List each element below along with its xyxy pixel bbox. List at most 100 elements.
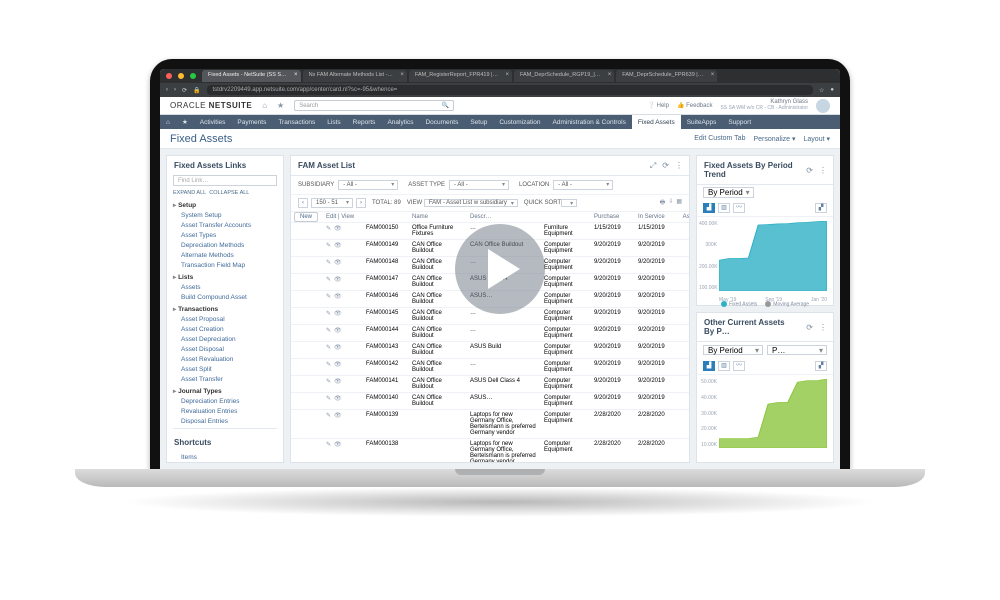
window-close-dot[interactable] [166,73,172,79]
nav-item[interactable]: Support [722,115,757,129]
view-icon[interactable]: 👁 [334,225,342,232]
browser-tab[interactable]: FAM_DeprSchedule_FPR639 |…× [616,70,717,82]
assettype-select[interactable]: - All - [449,180,509,190]
chart-type-trend-icon[interactable]: ▞ [815,361,827,371]
page-action[interactable]: Edit Custom Tab [694,135,745,143]
close-icon[interactable]: × [505,72,509,78]
shortcuts-item[interactable]: Items [167,452,283,462]
view-icon[interactable]: 👁 [334,395,342,402]
chart-type-area-icon[interactable]: ▟ [703,361,715,371]
window-min-dot[interactable] [178,73,184,79]
table-row[interactable]: ✎👁FAM000142CAN Office Buildout…Computer … [291,359,689,376]
col-purchase[interactable]: Purchase [591,212,635,223]
user-block[interactable]: Kathryn Glass SS SA WM w/o CR - CB - Adm… [720,99,808,111]
view-icon[interactable]: 👁 [334,293,342,300]
nav-item[interactable]: Analytics [381,115,419,129]
page-action[interactable]: Personalize ▾ [753,135,795,143]
view-select[interactable]: FAM - Asset List w subsidiary [424,199,518,207]
edit-icon[interactable]: ✎ [326,378,331,385]
view-icon[interactable]: 👁 [334,412,342,419]
location-select[interactable]: - All - [553,180,613,190]
view-icon[interactable]: 👁 [334,441,342,448]
nav-item[interactable]: Setup [464,115,493,129]
sidebar-group[interactable]: Journal Types [167,384,283,396]
col-editview[interactable]: Edit | View [323,212,363,223]
forward-icon[interactable]: › [174,87,176,93]
col-id[interactable] [363,212,409,223]
play-button[interactable] [455,224,545,314]
browser-tab[interactable]: Fixed Assets - NetSuite (SS S…× [202,70,301,82]
table-row[interactable]: ✎👁FAM000139Laptops for new Germany Offic… [291,410,689,439]
global-search-input[interactable]: Search 🔍 [294,100,454,111]
edit-icon[interactable]: ✎ [326,310,331,317]
find-link-input[interactable]: Find Link… [173,175,277,186]
nav-item[interactable]: SuiteApps [681,115,723,129]
chart-type-bar-icon[interactable]: ▥ [718,361,730,371]
help-link[interactable]: ❔ Help [647,102,668,109]
nav-item[interactable]: Administration & Controls [547,115,632,129]
edit-icon[interactable]: ✎ [326,225,331,232]
back-icon[interactable]: ‹ [166,87,168,93]
edit-icon[interactable]: ✎ [326,344,331,351]
edit-icon[interactable]: ✎ [326,293,331,300]
sidebar-link[interactable]: Revaluation Entries [167,406,283,416]
star-icon[interactable]: ☆ [819,87,824,94]
page-range-select[interactable]: 150 - 51 [311,198,353,208]
sidebar-link[interactable]: System Setup [167,210,283,220]
chart-type-bar-icon[interactable]: ▥ [718,203,730,213]
refresh-icon[interactable]: ⟳ [662,161,669,171]
user-icon[interactable]: ● [830,87,834,93]
col-name[interactable]: Name [409,212,467,223]
view-icon[interactable]: 👁 [334,378,342,385]
col-desc[interactable]: Descr… [467,212,541,223]
home-icon[interactable]: ⌂ [262,101,267,110]
sidebar-link[interactable]: Asset Types [167,230,283,240]
edit-icon[interactable]: ✎ [326,242,331,249]
view-icon[interactable]: 👁 [334,242,342,249]
sidebar-link[interactable]: Disposal Entries [167,416,283,424]
print-icon[interactable]: 🖶 [660,198,666,208]
edit-icon[interactable]: ✎ [326,276,331,283]
feedback-link[interactable]: 👍 Feedback [677,102,713,109]
trend2-period2-select[interactable]: P… [767,345,827,355]
sidebar-link[interactable]: Depreciation Entries [167,396,283,406]
window-max-dot[interactable] [190,73,196,79]
collapse-all[interactable]: COLLAPSE ALL [209,190,249,196]
table-row[interactable]: ✎👁FAM000144CAN Office Buildout…Computer … [291,325,689,342]
edit-icon[interactable]: ✎ [326,395,331,402]
view-icon[interactable]: 👁 [334,327,342,334]
export-icon[interactable]: ⇩ [668,198,673,208]
page-prev-button[interactable]: ‹ [298,198,308,208]
avatar[interactable] [816,99,830,113]
sidebar-link[interactable]: Asset Transfer [167,374,283,384]
sidebar-group[interactable]: Lists [167,270,283,282]
refresh-icon[interactable]: ⟳ [806,323,813,332]
nav-item[interactable]: Fixed Assets [632,115,681,129]
edit-icon[interactable]: ✎ [326,361,331,368]
reload-icon[interactable]: ⟳ [182,87,187,94]
trend1-period-select[interactable]: By Period [703,187,754,198]
sidebar-link[interactable]: Assets [167,282,283,292]
edit-icon[interactable]: ✎ [326,259,331,266]
quicksort-select[interactable] [561,199,577,207]
sidebar-link[interactable]: Asset Proposal [167,314,283,324]
sidebar-link[interactable]: Alternate Methods [167,250,283,260]
trend2-period-select[interactable]: By Period [703,345,763,355]
nav-item[interactable]: Lists [321,115,346,129]
nav-item[interactable]: Customization [493,115,546,129]
menu-icon[interactable]: ⋮ [819,323,827,332]
view-icon[interactable]: 👁 [334,344,342,351]
sidebar-link[interactable]: Asset Revaluation [167,354,283,364]
chart-type-line-icon[interactable]: 〰 [733,203,745,213]
chart-type-area-icon[interactable]: ▟ [703,203,715,213]
sidebar-link[interactable]: Depreciation Methods [167,240,283,250]
sidebar-link[interactable]: Asset Split [167,364,283,374]
sidebar-group[interactable]: Setup [167,198,283,210]
sidebar-link[interactable]: Transaction Field Map [167,260,283,270]
table-row[interactable]: ✎👁FAM000138Laptops for new Germany Offic… [291,439,689,463]
page-next-button[interactable]: › [356,198,366,208]
sidebar-link[interactable]: Asset Transfer Accounts [167,220,283,230]
edit-icon[interactable]: ✎ [326,327,331,334]
nav-item[interactable]: Payments [231,115,272,129]
chart-type-trend-icon[interactable]: ▞ [815,203,827,213]
